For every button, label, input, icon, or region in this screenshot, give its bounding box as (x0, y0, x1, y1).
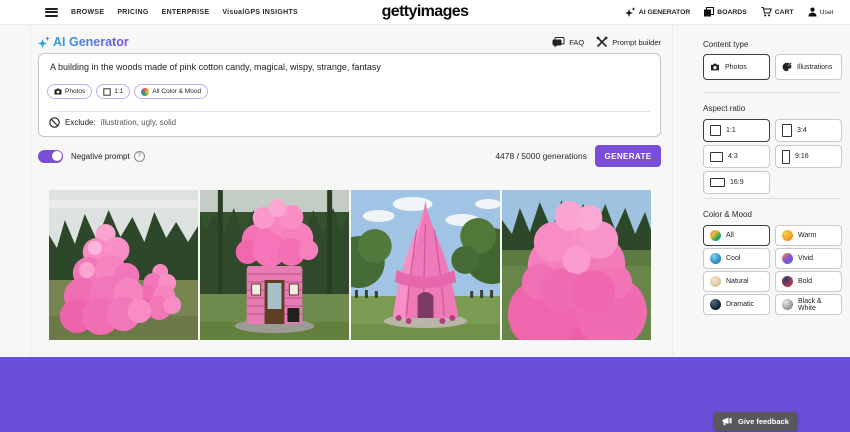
mood-black-white-icon (782, 299, 793, 310)
ratio-9-16-icon (782, 150, 790, 164)
chip-color-mood[interactable]: All Color & Mood (134, 84, 208, 99)
content-type-title: Content type (703, 40, 748, 49)
boards-icon (704, 7, 714, 17)
tools-icon (596, 36, 608, 48)
camera-icon (710, 63, 720, 71)
mood-warm-icon (782, 230, 793, 241)
results-grid (49, 190, 651, 340)
nav-browse[interactable]: BROWSE (71, 9, 104, 16)
content-type-photos[interactable]: Photos (703, 54, 770, 80)
negative-prompt-toggle[interactable] (38, 150, 63, 163)
faq-button[interactable]: FAQ (552, 37, 584, 48)
mood-vivid-icon (782, 253, 793, 264)
help-icon[interactable] (134, 151, 145, 162)
nav-user[interactable]: User (808, 7, 834, 17)
user-icon (808, 7, 817, 17)
color-mood-title: Color & Mood (703, 210, 752, 219)
mood-warm[interactable]: Warm (775, 225, 842, 246)
negative-prompt-label: Negative prompt (71, 152, 130, 161)
card-divider (49, 111, 650, 112)
prompt-builder-button[interactable]: Prompt builder (596, 36, 661, 48)
mood-all-icon (710, 230, 721, 241)
mood-all[interactable]: All (703, 225, 770, 246)
nav-enterprise[interactable]: ENTERPRISE (162, 9, 210, 16)
camera-icon (54, 88, 62, 95)
ai-sparkle-icon (38, 36, 51, 49)
aspect-1-1[interactable]: 1:1 (703, 119, 770, 142)
nav-cart[interactable]: CART (761, 7, 794, 17)
mood-vivid[interactable]: Vivid (775, 248, 842, 269)
aspect-9-16[interactable]: 9:16 (775, 145, 842, 168)
aspect-ratio-title: Aspect ratio (703, 104, 745, 113)
cart-icon (761, 7, 772, 17)
mood-dramatic[interactable]: Dramatic (703, 294, 770, 315)
exclude-icon (49, 117, 60, 128)
megaphone-icon (722, 417, 733, 426)
chip-aspect-ratio[interactable]: 1:1 (96, 84, 130, 99)
content-type-illustrations[interactable]: Illustrations (775, 54, 842, 80)
mood-cool-icon (710, 253, 721, 264)
section-divider (703, 92, 841, 93)
generated-image-2[interactable] (200, 190, 349, 340)
chip-photos[interactable]: Photos (47, 84, 92, 99)
generated-image-3[interactable] (351, 190, 500, 340)
nav-ai-generator[interactable]: AI GENERATOR (625, 7, 690, 17)
ratio-4-3-icon (710, 152, 723, 162)
generated-image-4[interactable] (502, 190, 651, 340)
mood-natural-icon (710, 276, 721, 287)
section-divider (703, 198, 841, 199)
square-ratio-icon (103, 88, 111, 96)
mood-bold[interactable]: Bold (775, 271, 842, 292)
generate-button[interactable]: GENERATE (595, 145, 661, 167)
nav-visualgps-insights[interactable]: VisualGPS INSIGHTS (222, 9, 298, 16)
sidebar-divider-line (672, 24, 673, 357)
faq-chat-icon (552, 37, 565, 48)
generations-counter: 4478 / 5000 generations (495, 151, 587, 161)
ratio-3-4-icon (782, 124, 792, 137)
prompt-input[interactable]: A building in the woods made of pink cot… (50, 62, 640, 72)
prompt-card: A building in the woods made of pink cot… (38, 53, 661, 137)
page: BROWSE PRICING ENTERPRISE VisualGPS INSI… (0, 0, 850, 432)
mood-cool[interactable]: Cool (703, 248, 770, 269)
left-divider (30, 24, 31, 357)
exclude-value[interactable]: illustration, ugly, solid (101, 118, 176, 127)
sparkle-icon (625, 7, 636, 17)
generated-image-1[interactable] (49, 190, 198, 340)
mood-black-white[interactable]: Black & White (775, 294, 842, 315)
page-title: AI Generator (38, 35, 129, 49)
mood-bold-icon (782, 276, 793, 287)
nav-pricing[interactable]: PRICING (117, 9, 148, 16)
palette-brush-icon (782, 62, 792, 72)
mood-dramatic-icon (710, 299, 721, 310)
ratio-1-1-icon (710, 125, 721, 136)
aspect-4-3[interactable]: 4:3 (703, 145, 770, 168)
menu-icon[interactable] (45, 8, 58, 17)
give-feedback-button[interactable]: Give feedback (714, 412, 797, 431)
nav-boards[interactable]: BOARDS (704, 7, 746, 17)
aspect-3-4[interactable]: 3:4 (775, 119, 842, 142)
ratio-16-9-icon (710, 178, 725, 187)
color-mood-icon (141, 88, 149, 96)
exclude-label: Exclude: (65, 118, 96, 127)
aspect-16-9[interactable]: 16:9 (703, 171, 770, 194)
mood-natural[interactable]: Natural (703, 271, 770, 292)
top-navbar: BROWSE PRICING ENTERPRISE VisualGPS INSI… (0, 0, 850, 25)
